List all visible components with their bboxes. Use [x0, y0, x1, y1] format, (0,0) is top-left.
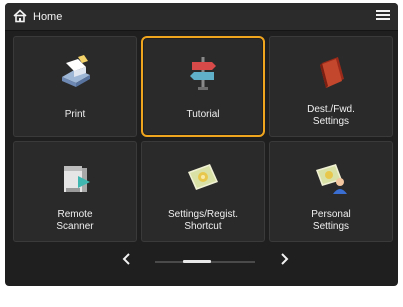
touch-screen: Home Print Tutorial Dest./Fwd. Settings …: [5, 3, 398, 286]
menu-button[interactable]: [372, 7, 394, 27]
tile-label-line: Tutorial: [186, 109, 220, 120]
top-bar: Home: [5, 3, 398, 31]
address-book-icon: [312, 53, 350, 91]
settings-shortcut-icon: [184, 158, 222, 196]
tile-label-line: Settings: [312, 116, 350, 127]
tile-personal-settings[interactable]: Personal Settings: [269, 141, 393, 242]
home-label: Home: [33, 11, 63, 23]
page-indicator-thumb: [183, 260, 211, 263]
tile-label: Tutorial: [143, 109, 263, 121]
tile-settings-regist-shortcut[interactable]: Settings/Regist. Shortcut: [141, 141, 265, 242]
chevron-left-icon: [122, 252, 132, 270]
next-page-button[interactable]: [274, 251, 294, 271]
tile-label-line: Remote: [57, 209, 93, 220]
tile-label-line: Personal: [311, 209, 351, 220]
tile-label: Personal Settings: [270, 209, 392, 233]
home-button[interactable]: Home: [11, 7, 68, 27]
tile-label: Print: [14, 109, 136, 121]
tile-label-line: Settings/Regist.: [167, 209, 239, 220]
personal-settings-icon: [312, 158, 350, 196]
tile-dest-fwd-settings[interactable]: Dest./Fwd. Settings: [269, 36, 393, 137]
hamburger-menu-icon: [376, 8, 390, 26]
tile-label-line: Settings: [312, 221, 350, 232]
device-frame: Home Print Tutorial Dest./Fwd. Settings …: [0, 0, 403, 307]
tile-label-line: Dest./Fwd.: [307, 104, 355, 115]
tile-label-line: Shortcut: [184, 221, 222, 232]
tile-label-line: Scanner: [56, 221, 94, 232]
tile-print[interactable]: Print: [13, 36, 137, 137]
page-navigator: [5, 248, 398, 274]
home-icon: [13, 8, 27, 26]
function-tile-grid: Print Tutorial Dest./Fwd. Settings Remot…: [13, 36, 393, 242]
tile-tutorial[interactable]: Tutorial: [141, 36, 265, 137]
tile-label: Settings/Regist. Shortcut: [142, 209, 264, 233]
signpost-icon: [184, 54, 222, 92]
scanner-icon: [56, 158, 94, 196]
print-icon: [56, 53, 94, 91]
chevron-right-icon: [279, 252, 289, 270]
tile-remote-scanner[interactable]: Remote Scanner: [13, 141, 137, 242]
previous-page-button[interactable]: [117, 251, 137, 271]
tile-label: Remote Scanner: [14, 209, 136, 233]
tile-label: Dest./Fwd. Settings: [270, 104, 392, 128]
tile-label-line: Print: [64, 109, 86, 120]
